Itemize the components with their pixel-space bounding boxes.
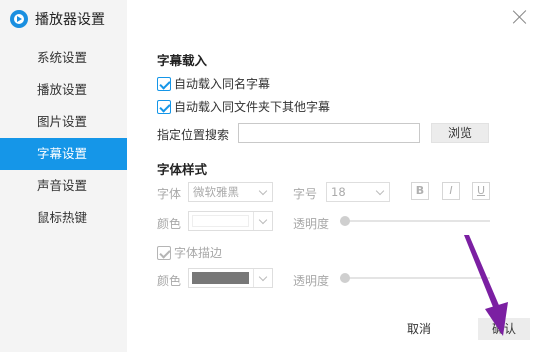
chevron-down-icon [375, 186, 385, 196]
chevron-down-icon [258, 186, 268, 196]
size-select[interactable]: 18 [326, 182, 390, 202]
slider-knob[interactable] [340, 216, 350, 226]
path-search-input[interactable] [238, 123, 420, 143]
color-swatch [192, 215, 249, 227]
color-label: 颜色 [157, 217, 182, 231]
close-icon[interactable] [511, 8, 529, 26]
slider-track [340, 277, 490, 279]
settings-nav: 系统设置 播放设置 图片设置 字幕设置 声音设置 鼠标热键 [0, 42, 127, 234]
auto-load-same-name-checkbox[interactable]: 自动载入同名字幕 [157, 75, 270, 92]
font-select[interactable]: 微软雅黑 [188, 182, 273, 202]
opacity-slider[interactable] [340, 215, 490, 227]
subtitle-load-title: 字幕载入 [157, 53, 208, 68]
select-divider [253, 269, 254, 287]
stroke-opacity-label: 透明度 [293, 274, 330, 288]
stroke-color-swatch [192, 272, 249, 284]
chevron-down-icon [258, 272, 268, 282]
stroke-color-select[interactable] [188, 268, 273, 288]
sidebar-item-system[interactable]: 系统设置 [0, 42, 127, 74]
browse-button[interactable]: 浏览 [431, 123, 489, 143]
settings-sidebar: 播放器设置 系统设置 播放设置 图片设置 字幕设置 声音设置 鼠标热键 [0, 0, 127, 352]
player-logo-icon [10, 10, 28, 28]
sidebar-item-playback[interactable]: 播放设置 [0, 74, 127, 106]
stroke-opacity-slider[interactable] [340, 272, 490, 284]
font-style-title: 字体样式 [157, 162, 208, 177]
chevron-down-icon [258, 215, 268, 225]
font-label: 字体 [157, 187, 182, 201]
checkbox-checked-icon [157, 245, 171, 260]
cancel-button[interactable]: 取消 [393, 318, 445, 340]
auto-load-same-name-label: 自动载入同名字幕 [174, 77, 271, 91]
underline-button[interactable]: U [472, 182, 490, 200]
sidebar-item-hotkeys[interactable]: 鼠标热键 [0, 202, 127, 234]
italic-button[interactable]: I [442, 182, 460, 200]
size-label: 字号 [293, 187, 318, 201]
app-title: 播放器设置 [35, 12, 105, 28]
color-select[interactable] [188, 211, 273, 231]
size-value: 18 [331, 185, 346, 199]
checkbox-checked-icon [157, 76, 171, 91]
sidebar-item-subtitle[interactable]: 字幕设置 [0, 138, 127, 170]
path-search-label: 指定位置搜索 [157, 128, 230, 142]
stroke-color-label: 颜色 [157, 274, 182, 288]
sidebar-item-image[interactable]: 图片设置 [0, 106, 127, 138]
auto-load-folder-checkbox[interactable]: 自动载入同文件夹下其他字幕 [157, 98, 330, 115]
select-divider [253, 212, 254, 230]
font-value: 微软雅黑 [193, 185, 239, 199]
auto-load-folder-label: 自动载入同文件夹下其他字幕 [174, 100, 331, 114]
bold-button[interactable]: B [411, 182, 429, 200]
app-header: 播放器设置 [10, 8, 105, 30]
sidebar-item-sound[interactable]: 声音设置 [0, 170, 127, 202]
confirm-button[interactable]: 确认 [478, 318, 530, 340]
checkbox-checked-icon [157, 99, 171, 114]
opacity-label: 透明度 [293, 217, 330, 231]
slider-track [340, 220, 490, 222]
font-stroke-label: 字体描边 [174, 246, 223, 260]
font-stroke-checkbox[interactable]: 字体描边 [157, 244, 222, 261]
slider-knob[interactable] [340, 273, 350, 283]
